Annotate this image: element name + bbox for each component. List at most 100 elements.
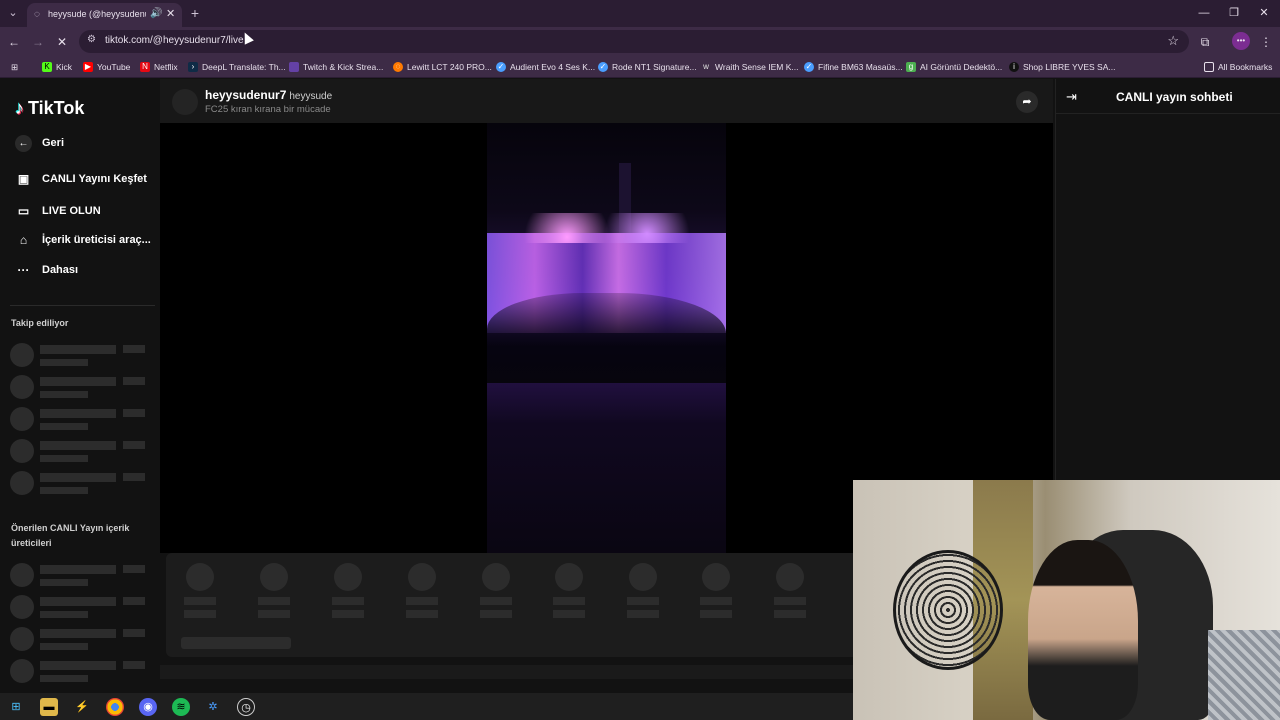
bookmark-twitch-kick[interactable]: Twitch & Kick Strea... bbox=[289, 60, 383, 74]
site-info-icon[interactable]: ⚙ bbox=[87, 34, 96, 45]
kick-icon: K bbox=[42, 62, 52, 72]
folder-icon bbox=[1204, 62, 1214, 72]
gift-skeleton bbox=[254, 563, 294, 623]
chat-title: CANLI yayın sohbeti bbox=[1116, 90, 1233, 104]
tab-search-icon[interactable]: ⌄ bbox=[4, 5, 22, 22]
following-label: Takip ediliyor bbox=[11, 318, 69, 328]
bookmark-ysl[interactable]: i Shop LIBRE YVES SA... bbox=[1009, 60, 1115, 74]
gift-skeleton bbox=[180, 563, 220, 623]
streamer-username[interactable]: heyysudenur7 heyysude bbox=[205, 88, 332, 102]
tiktok-note-icon: ♪ bbox=[15, 98, 24, 118]
streamer-avatar[interactable] bbox=[172, 89, 198, 115]
bookmark-wraith[interactable]: w Wraith Sense IEM K... bbox=[701, 60, 798, 74]
app-red-icon[interactable]: ⚡ bbox=[73, 698, 91, 716]
restore-icon[interactable]: ❐ bbox=[1224, 5, 1244, 22]
ysl-icon: i bbox=[1009, 62, 1019, 72]
gift-skeleton bbox=[623, 563, 663, 623]
suggested-skeleton-row bbox=[10, 659, 150, 685]
apps-icon[interactable]: ⊞ bbox=[11, 60, 18, 74]
bookmark-kick[interactable]: K Kick bbox=[42, 60, 72, 74]
lewitt-icon: ◌ bbox=[393, 62, 403, 72]
gift-bar-footer-skeleton bbox=[181, 637, 291, 649]
suggested-skeleton-row bbox=[10, 595, 150, 621]
rode-icon: ✓ bbox=[598, 62, 608, 72]
deepl-icon: › bbox=[188, 62, 198, 72]
url-text: tiktok.com/@heyysudenur7/live bbox=[105, 35, 244, 46]
crowd-silhouette bbox=[487, 293, 726, 383]
tab-close-icon[interactable]: ✕ bbox=[166, 7, 175, 20]
bookmark-ai-detector[interactable]: g AI Görüntü Dedektö... bbox=[906, 60, 1002, 74]
bookmark-deepl[interactable]: › DeepL Translate: Th... bbox=[188, 60, 286, 74]
collapse-chat-icon[interactable]: ⇥ bbox=[1066, 89, 1077, 105]
tab-loading-icon: ◌ bbox=[34, 9, 40, 20]
sidebar: ♪ TikTok ← Geri ▣ CANLI Yayını Keşfet ▭ … bbox=[0, 79, 160, 685]
window-close-icon[interactable]: ✕ bbox=[1254, 5, 1274, 22]
nav-explore-live[interactable]: ▣ CANLI Yayını Keşfet bbox=[15, 169, 147, 189]
camera-icon: ▭ bbox=[17, 204, 30, 218]
gift-bar-skeleton bbox=[166, 553, 866, 657]
new-tab-icon[interactable]: + bbox=[186, 5, 204, 22]
tiktok-logo[interactable]: ♪ TikTok bbox=[15, 98, 84, 119]
app-clock-icon[interactable]: ◷ bbox=[237, 698, 255, 716]
bookmark-rode[interactable]: ✓ Rode NT1 Signature... bbox=[598, 60, 697, 74]
live-video[interactable] bbox=[487, 123, 726, 553]
arrow-left-icon: ← bbox=[15, 134, 32, 152]
gift-skeleton bbox=[696, 563, 736, 623]
chrome-icon[interactable] bbox=[106, 698, 124, 716]
twitch-icon bbox=[289, 62, 299, 72]
stop-loading-icon[interactable]: ✕ bbox=[53, 33, 71, 51]
live-chat-panel: ⇥ CANLI yayın sohbeti bbox=[1055, 79, 1280, 480]
browser-tab-strip: ⌄ ◌ heyysude (@heyysudenur7 🔊 ✕ + — ❐ ✕ bbox=[0, 0, 1280, 27]
gift-skeleton bbox=[476, 563, 516, 623]
streamer-person bbox=[1028, 540, 1138, 720]
spotlights bbox=[507, 213, 707, 243]
wraith-icon: w bbox=[703, 62, 709, 71]
gift-skeleton bbox=[770, 563, 810, 623]
tab-audio-icon[interactable]: 🔊 bbox=[150, 8, 162, 19]
bed bbox=[1208, 630, 1280, 720]
share-icon[interactable]: ➦ bbox=[1016, 91, 1038, 113]
profile-avatar[interactable]: ••• bbox=[1232, 32, 1250, 50]
following-skeleton-row bbox=[10, 407, 150, 433]
bookmark-star-icon[interactable]: ☆ bbox=[1167, 33, 1179, 49]
suggested-creators-label: Önerilen CANLI Yayın içerik üreticileri bbox=[11, 523, 130, 548]
tab-title: heyysude (@heyysudenur7 bbox=[48, 9, 146, 19]
nav-go-live[interactable]: ▭ LIVE OLUN bbox=[15, 201, 101, 221]
chat-divider bbox=[1056, 113, 1280, 114]
extensions-icon[interactable]: ⧉ bbox=[1196, 33, 1214, 51]
streamer-handle: heyysude bbox=[289, 91, 333, 102]
discord-icon[interactable]: ◉ bbox=[139, 698, 157, 716]
spotify-icon[interactable]: ≋ bbox=[172, 698, 190, 716]
gift-skeleton bbox=[402, 563, 442, 623]
gift-skeleton bbox=[549, 563, 589, 623]
forward-icon[interactable]: → bbox=[29, 33, 47, 51]
following-skeleton-row bbox=[10, 343, 150, 369]
all-bookmarks[interactable]: All Bookmarks bbox=[1204, 60, 1272, 74]
following-skeleton-row bbox=[10, 471, 150, 497]
browser-tab[interactable]: ◌ heyysude (@heyysudenur7 🔊 ✕ bbox=[27, 3, 182, 27]
creator-home-icon: ⌂ bbox=[19, 233, 28, 247]
suggested-skeleton-row bbox=[10, 563, 150, 589]
bookmark-fifine[interactable]: ✓ Fifine BM63 Masaüs... bbox=[804, 60, 903, 74]
bookmark-youtube[interactable]: ▶ YouTube bbox=[83, 60, 130, 74]
nav-creator-tools[interactable]: ⌂ İçerik üreticisi araç... bbox=[15, 230, 151, 250]
gift-skeleton bbox=[328, 563, 368, 623]
back-icon[interactable]: ← bbox=[5, 33, 23, 51]
bookmark-lewitt[interactable]: ◌ Lewitt LCT 240 PRO... bbox=[393, 60, 492, 74]
live-title: FC25 kıran kırana bir mücade bbox=[205, 104, 331, 115]
file-explorer-icon[interactable]: ▬ bbox=[40, 698, 58, 716]
browser-menu-icon[interactable]: ⋮ bbox=[1257, 33, 1275, 51]
desk-fan bbox=[893, 550, 1003, 670]
nav-back[interactable]: ← Geri bbox=[15, 133, 64, 153]
suggested-skeleton-row bbox=[10, 627, 150, 653]
nav-more[interactable]: ··· Dahası bbox=[15, 260, 79, 280]
fifine-icon: ✓ bbox=[804, 62, 814, 72]
minimize-icon[interactable]: — bbox=[1194, 5, 1214, 22]
bookmark-netflix[interactable]: N Netflix bbox=[140, 60, 178, 74]
netflix-icon: N bbox=[140, 62, 150, 72]
app-blue-icon[interactable]: ✲ bbox=[204, 698, 222, 716]
windows-start-icon[interactable]: ⊞ bbox=[7, 698, 25, 716]
bookmark-audient[interactable]: ✓ Audient Evo 4 Ses K... bbox=[496, 60, 595, 74]
ai-icon: g bbox=[906, 62, 916, 72]
windows-taskbar: ⊞ ▬ ⚡ ◉ ≋ ✲ ◷ bbox=[0, 693, 853, 720]
